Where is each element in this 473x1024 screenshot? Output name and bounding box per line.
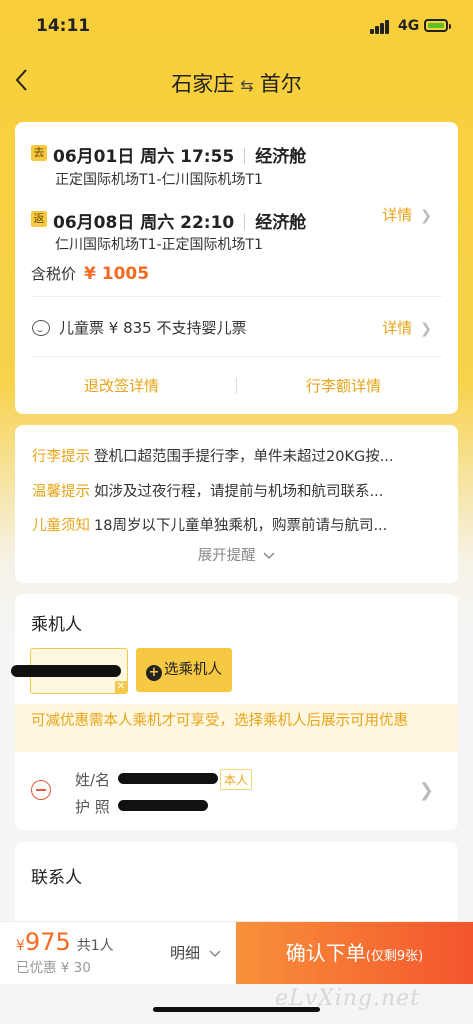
contact-card: 联系人 (15, 842, 458, 932)
remove-passenger-icon[interactable] (31, 780, 51, 800)
confirm-order-button[interactable]: 确认下单(仅剩9张) (236, 922, 473, 984)
destination-city: 首尔 (259, 72, 302, 96)
tip-reminder: 温馨提示 如涉及过夜行程，请提前与机场和航司联系... (32, 480, 442, 501)
total-price: ¥975 共1人 (16, 928, 114, 956)
chevron-right-icon: ❯ (420, 321, 432, 337)
child-details-label: 详情 (382, 319, 413, 337)
baggage-allowance-link[interactable]: 行李额详情 (306, 375, 381, 396)
inbound-leg: 06月08日 周六 22:10 经济舱 (53, 208, 306, 233)
swap-icon: ⇆ (240, 76, 254, 95)
redacted-passport (118, 800, 208, 811)
home-indicator[interactable] (153, 1007, 320, 1012)
inbound-datetime: 06月08日 周六 22:10 (53, 213, 235, 233)
total-amount: 975 (24, 928, 71, 956)
price-value: ¥ 1005 (84, 264, 150, 284)
tip-text: 如涉及过夜行程，请提前与机场和航司联系... (94, 484, 384, 500)
expand-label: 展开提醒 (197, 548, 256, 564)
discount-notice: 可减优惠需本人乘机才可享受，选择乘机人后展示可用优惠 (15, 704, 458, 752)
baby-icon (32, 320, 50, 336)
status-bar: 14:11 4G (0, 0, 473, 50)
nav-bar: 石家庄 ⇆ 首尔 (0, 56, 473, 106)
tip-title: 行李提示 (32, 449, 90, 465)
saved-amount: 已优惠 ¥ 30 (16, 960, 91, 976)
chevron-down-icon (209, 950, 221, 958)
tip-baggage: 行李提示 登机口超范围手提行李，单件未超过20KG按... (32, 445, 442, 466)
refund-policy-link[interactable]: 退改签详情 (84, 375, 159, 396)
plus-icon: + (146, 665, 162, 681)
contact-title: 联系人 (31, 868, 82, 888)
expand-tips-button[interactable]: 展开提醒 (15, 544, 458, 565)
signal-icon (370, 20, 390, 34)
select-passenger-label: 选乘机人 (164, 662, 222, 678)
outbound-route: 正定国际机场T1-仁川国际机场T1 (55, 172, 263, 188)
outbound-cabin: 经济舱 (255, 147, 307, 167)
chevron-down-icon (263, 552, 275, 560)
flight-details-link[interactable]: 详情 ❯ (382, 204, 432, 225)
chevron-right-icon[interactable]: ❯ (419, 780, 434, 801)
currency-symbol: ¥ (16, 938, 25, 954)
tip-text: 登机口超范围手提行李，单件未超过20KG按... (94, 449, 394, 465)
tips-card: 行李提示 登机口超范围手提行李，单件未超过20KG按... 温馨提示 如涉及过夜行程… (15, 425, 458, 583)
divider (31, 356, 442, 357)
breakdown-label: 明细 (170, 944, 201, 962)
bottom-bar: ¥975 共1人 已优惠 ¥ 30 明细 确认下单(仅剩9张) (0, 921, 473, 984)
chevron-right-icon: ❯ (420, 208, 432, 224)
status-time: 14:11 (36, 16, 91, 36)
confirm-label: 确认下单 (285, 941, 366, 965)
price-label: 含税价 (31, 265, 77, 283)
outbound-tag: 去 (31, 145, 47, 161)
inbound-cabin: 经济舱 (255, 213, 307, 233)
child-ticket-info: 儿童票 ¥ 835 不支持婴儿票 (59, 319, 247, 337)
passenger-count: 共1人 (76, 938, 114, 954)
battery-icon (424, 19, 451, 32)
inbound-route: 仁川国际机场T1-正定国际机场T1 (55, 237, 263, 253)
inbound-tag: 返 (31, 211, 47, 227)
divider (236, 378, 237, 394)
divider (31, 296, 442, 297)
network-type: 4G (398, 18, 420, 34)
remove-icon[interactable]: ✕ (115, 681, 127, 693)
passengers-card: 乘机人 ✕ + 选乘机人 可减优惠需本人乘机才可享受，选择乘机人后展示可用优惠 姓… (11, 594, 458, 830)
tip-title: 儿童须知 (32, 518, 90, 534)
redacted-name (11, 665, 121, 677)
redacted-name (118, 773, 218, 784)
tip-title: 温馨提示 (32, 484, 90, 500)
tip-text: 18周岁以下儿童单独乘机，购票前请与航司... (94, 518, 388, 534)
origin-city: 石家庄 (171, 72, 235, 96)
name-label: 姓/名 (75, 771, 111, 789)
outbound-datetime: 06月01日 周六 17:55 (53, 147, 235, 167)
remaining-tickets: (仅剩9张) (365, 949, 424, 964)
tip-children: 儿童须知 18周岁以下儿童单独乘机，购票前请与航司... (32, 514, 442, 535)
passport-label: 护 照 (75, 798, 110, 816)
passengers-title: 乘机人 (31, 615, 82, 635)
flight-details-label: 详情 (382, 206, 413, 224)
price-row: 含税价 ¥ 1005 (31, 263, 149, 284)
passenger-chip[interactable]: ✕ (11, 648, 128, 694)
self-tag: 本人 (220, 769, 253, 790)
select-passenger-button[interactable]: + 选乘机人 (136, 648, 232, 692)
page-title: 石家庄 ⇆ 首尔 (0, 68, 473, 98)
outbound-leg: 06月01日 周六 17:55 经济舱 (53, 142, 306, 167)
flight-card: 去 06月01日 周六 17:55 经济舱 正定国际机场T1-仁川国际机场T1 返… (15, 122, 458, 414)
price-breakdown-button[interactable]: 明细 (170, 942, 221, 963)
child-details-link[interactable]: 详情 ❯ (382, 317, 432, 338)
